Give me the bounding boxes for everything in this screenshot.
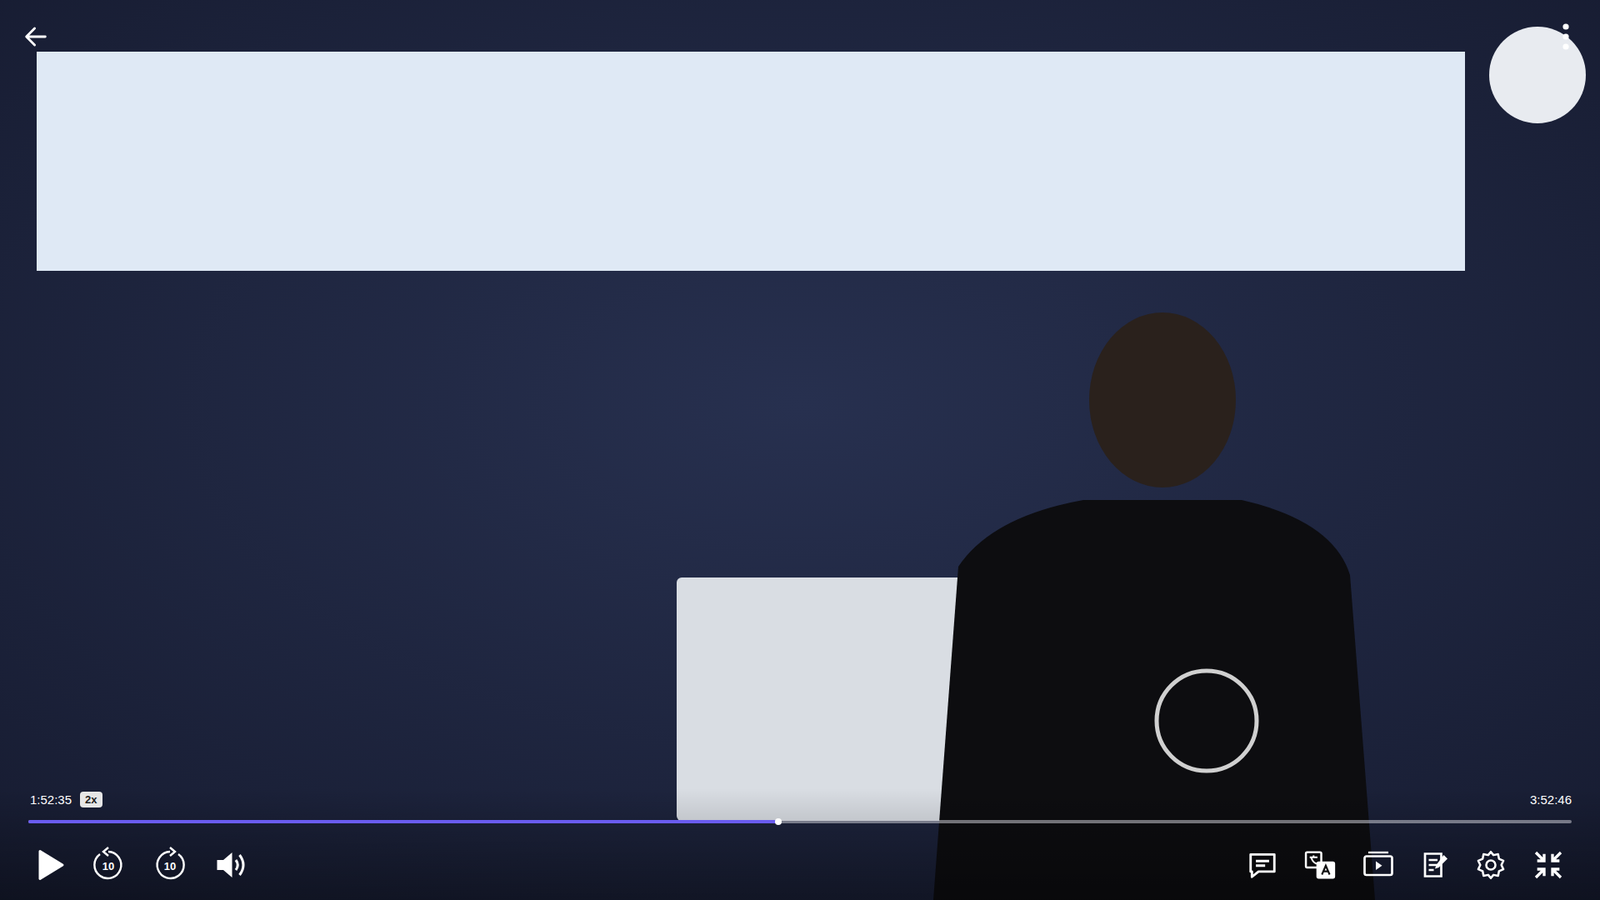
current-time: 1:52:35	[30, 790, 72, 809]
playlist-button[interactable]	[1355, 843, 1402, 887]
progress-knob[interactable]	[775, 818, 782, 825]
back-arrow-icon	[21, 22, 50, 51]
volume-button[interactable]	[206, 841, 255, 889]
chat-icon	[1246, 849, 1279, 881]
volume-icon	[213, 848, 249, 882]
exit-fullscreen-button[interactable]	[1525, 841, 1572, 889]
player-controls: 1:52:35 2x 3:52:46 10 10	[0, 788, 1600, 900]
speed-badge[interactable]: 2x	[80, 791, 102, 808]
video-frame	[0, 0, 1600, 900]
minimize-icon	[1531, 848, 1565, 882]
kebab-icon	[1560, 21, 1572, 52]
back-button[interactable]	[18, 19, 54, 55]
progress-fill	[28, 820, 779, 824]
play-button[interactable]	[28, 841, 72, 889]
video-player[interactable]: 1:52:35 2x 3:52:46 10 10	[0, 0, 1600, 900]
translate-icon	[1303, 849, 1337, 881]
forward-button[interactable]: 10	[145, 840, 195, 890]
notes-button[interactable]	[1413, 842, 1457, 888]
chat-button[interactable]	[1240, 842, 1285, 888]
forward-seconds: 10	[145, 860, 195, 873]
video-list-icon	[1361, 850, 1395, 880]
progress-bar[interactable]	[28, 820, 1572, 824]
duration: 3:52:46	[1530, 790, 1572, 809]
settings-button[interactable]	[1468, 842, 1514, 888]
notes-icon	[1420, 849, 1450, 881]
rewind-button[interactable]: 10	[83, 840, 134, 890]
rewind-seconds: 10	[83, 860, 134, 873]
play-icon	[35, 848, 65, 882]
more-menu-button[interactable]	[1556, 18, 1575, 55]
gear-icon	[1475, 849, 1507, 881]
translate-button[interactable]	[1296, 842, 1344, 888]
